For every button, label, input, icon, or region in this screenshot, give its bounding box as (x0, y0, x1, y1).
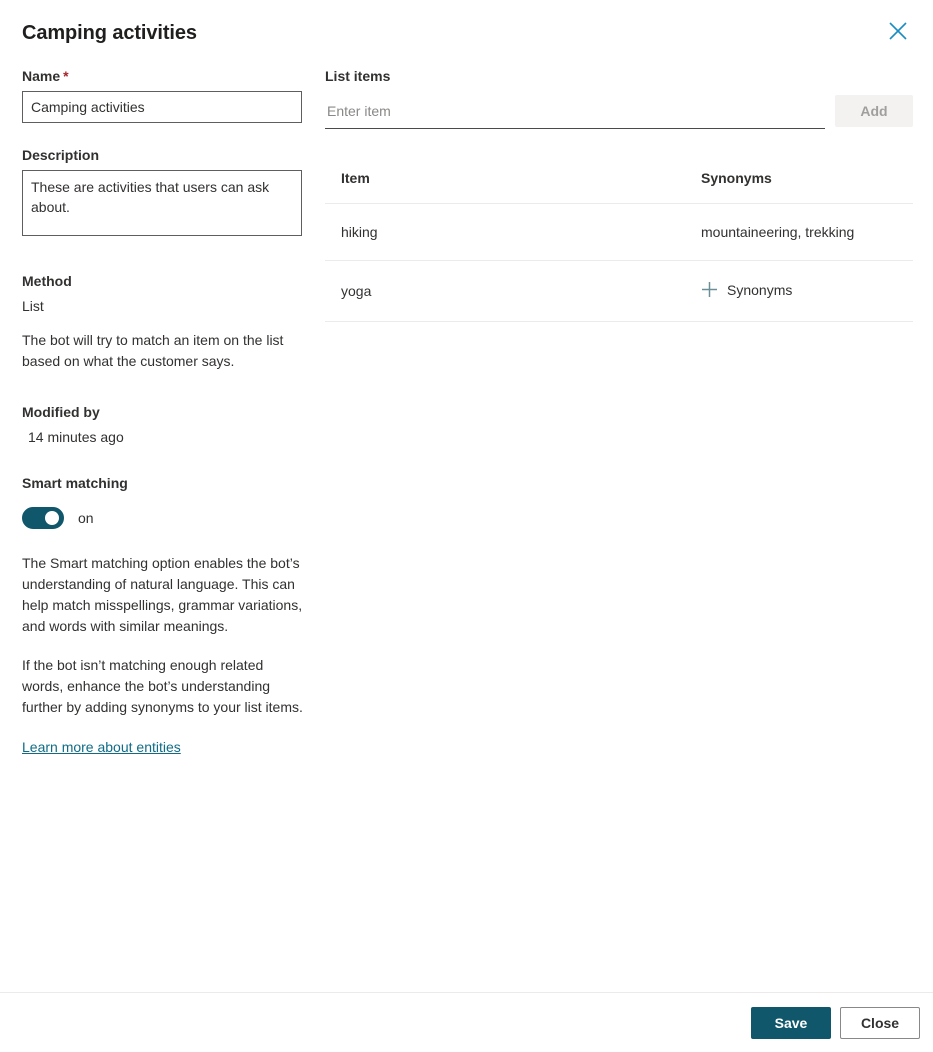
add-item-button[interactable]: Add (835, 95, 913, 127)
list-item-input[interactable] (325, 97, 825, 129)
smart-matching-toggle-row: on (22, 507, 304, 529)
column-header-item: Item (325, 170, 685, 204)
smart-matching-state: on (78, 510, 94, 526)
required-indicator: * (63, 68, 69, 84)
add-synonyms-button[interactable]: Synonyms (701, 281, 792, 298)
smart-matching-paragraph-2: If the bot isn’t matching enough related… (22, 657, 303, 715)
close-icon (887, 20, 909, 42)
plus-icon (701, 281, 718, 298)
close-button-footer[interactable]: Close (840, 1007, 920, 1039)
name-input[interactable] (22, 91, 302, 123)
modified-by-label: Modified by (22, 404, 100, 420)
cell-item: hiking (325, 203, 685, 261)
table-header-row: Item Synonyms (325, 170, 913, 204)
page-title: Camping activities (22, 22, 197, 44)
description-input[interactable] (22, 170, 302, 236)
cell-item: yoga (325, 260, 685, 322)
add-synonyms-label: Synonyms (727, 281, 793, 298)
smart-matching-toggle[interactable] (22, 507, 64, 529)
name-label: Name * (22, 68, 69, 84)
method-label: Method (22, 273, 72, 289)
modified-by-value: 14 minutes ago (28, 429, 124, 445)
cell-synonyms: Synonyms (685, 260, 913, 322)
toggle-knob (45, 511, 59, 525)
cell-synonyms: mountaineering, trekking (685, 203, 913, 261)
table-row[interactable]: yoga Synonyms (325, 260, 913, 322)
smart-matching-paragraph-1: The Smart matching option enables the bo… (22, 555, 303, 634)
method-value: List (22, 298, 44, 314)
save-button[interactable]: Save (751, 1007, 831, 1039)
modified-by-block: Modified by 14 minutes ago (22, 402, 304, 447)
table-row[interactable]: hiking mountaineering, trekking (325, 203, 913, 261)
list-items-label: List items (325, 68, 391, 84)
list-items-table: Item Synonyms hiking mountaineering, tre… (325, 170, 913, 322)
add-item-row: Add (325, 95, 913, 129)
list-items-column: List items Add Item Synonyms hiking moun… (325, 66, 913, 322)
column-header-synonyms: Synonyms (685, 170, 913, 204)
description-label: Description (22, 147, 100, 163)
method-help-text: The bot will try to match an item on the… (22, 332, 284, 369)
footer-actions: Save Close (751, 1007, 920, 1039)
panel-footer: Save Close (0, 992, 933, 1052)
entity-details-column: Name* Description Method List The bot wi… (22, 66, 304, 757)
entity-editor-panel: Camping activities Name* Description Met… (0, 0, 933, 1052)
learn-more-link[interactable]: Learn more about entities (22, 737, 181, 757)
close-button[interactable] (879, 12, 917, 50)
smart-matching-block: Smart matching on The Smart matching opt… (22, 473, 304, 757)
smart-matching-label: Smart matching (22, 475, 128, 491)
